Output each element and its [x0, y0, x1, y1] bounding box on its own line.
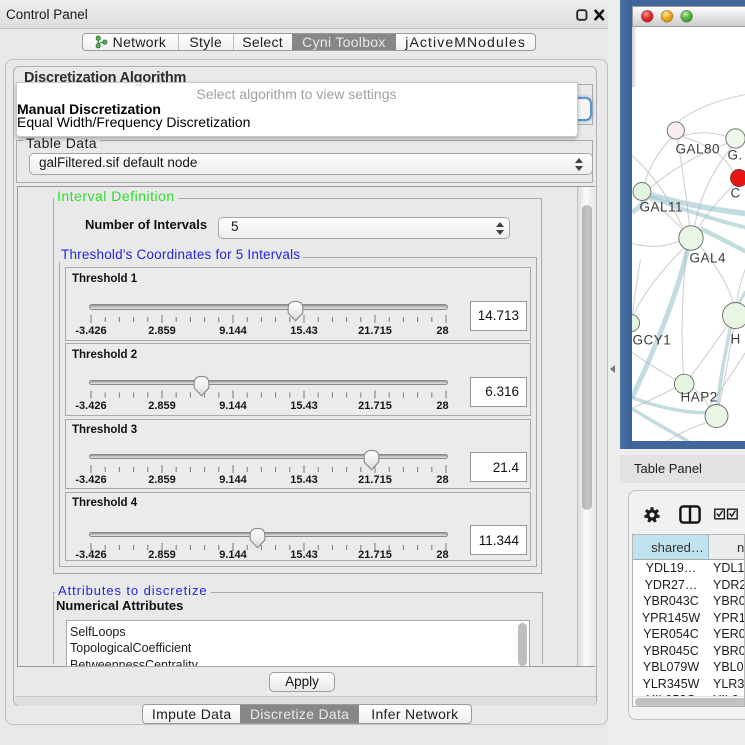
svg-text:GAL4: GAL4: [689, 250, 726, 265]
svg-text:G.: G.: [727, 147, 742, 162]
svg-text:GCY1: GCY1: [632, 332, 671, 347]
svg-text:GAL80: GAL80: [675, 141, 720, 156]
svg-text:H: H: [730, 331, 740, 346]
svg-text:C: C: [730, 185, 740, 200]
svg-text:GAL11: GAL11: [639, 199, 683, 214]
svg-text:HAP2: HAP2: [680, 389, 717, 404]
